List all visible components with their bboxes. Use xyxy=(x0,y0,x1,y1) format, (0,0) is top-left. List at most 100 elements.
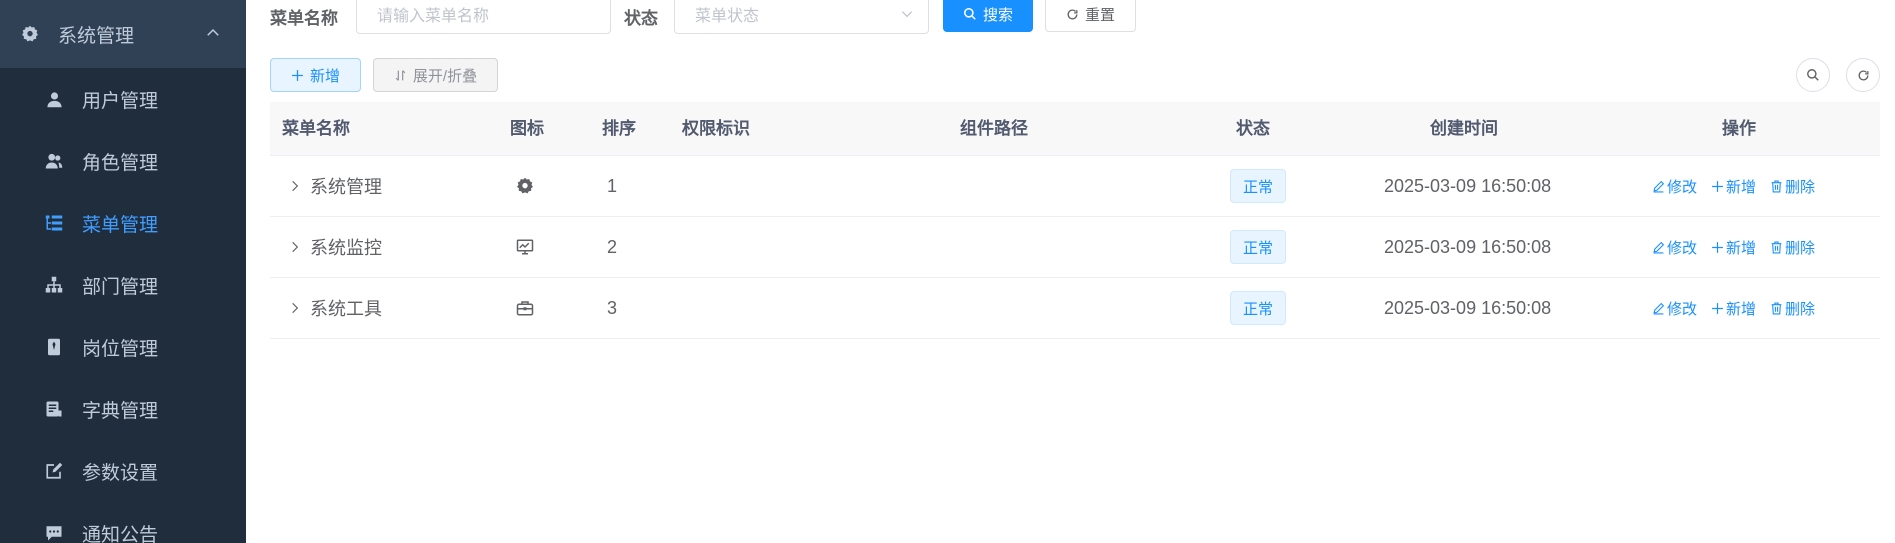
status-label: 状态 xyxy=(624,9,658,28)
sort-icon xyxy=(395,69,406,81)
delete-action-label: 删除 xyxy=(1785,300,1816,318)
icon-cell xyxy=(516,278,534,338)
column-header: 操作 xyxy=(1722,119,1756,138)
edit-action[interactable]: 修改 xyxy=(1652,176,1697,197)
table-row: 系统管理 1 正常 2025-03-09 16:50:08 修改 新增 删除 xyxy=(270,156,1880,217)
post-icon xyxy=(44,337,64,357)
edit-action[interactable]: 修改 xyxy=(1652,298,1697,319)
message-icon xyxy=(44,523,64,543)
refresh-button[interactable] xyxy=(1846,58,1880,92)
status-badge: 正常 xyxy=(1230,230,1287,264)
table-row: 系统工具 3 正常 2025-03-09 16:50:08 修改 新增 删除 xyxy=(270,278,1880,339)
tree-table-icon xyxy=(44,213,64,233)
menu-name-input[interactable]: 请输入菜单名称 xyxy=(356,0,611,34)
menu-name: 系统管理 xyxy=(310,177,382,197)
column-header: 组件路径 xyxy=(960,119,1028,138)
add-action-label: 新增 xyxy=(1726,300,1757,318)
menu-name: 系统工具 xyxy=(310,299,382,319)
sidebar-item-label: 字典管理 xyxy=(82,400,159,422)
chevron-right-icon[interactable] xyxy=(288,301,302,315)
sidebar: 系统管理 用户管理 角色管理 菜单管理 部门管理 岗位管理 字典管理 参数设置 … xyxy=(0,0,246,543)
reset-button-label: 重置 xyxy=(1084,6,1115,24)
actions-cell: 修改 新增 删除 xyxy=(1652,217,1829,277)
plus-icon xyxy=(292,69,303,81)
add-button[interactable]: 新增 xyxy=(270,58,361,92)
app: 系统管理 用户管理 角色管理 菜单管理 部门管理 岗位管理 字典管理 参数设置 … xyxy=(0,0,1895,543)
icon-cell xyxy=(516,217,534,277)
delete-action[interactable]: 删除 xyxy=(1770,237,1815,258)
toggle-search-button[interactable] xyxy=(1796,58,1830,92)
gear-icon xyxy=(20,24,40,44)
sidebar-item-dept[interactable]: 部门管理 xyxy=(0,254,246,316)
column-header: 权限标识 xyxy=(682,119,750,138)
dict-icon xyxy=(44,399,64,419)
column-header: 创建时间 xyxy=(1430,119,1498,138)
menu-name-label: 菜单名称 xyxy=(270,9,338,28)
edit-icon xyxy=(1653,241,1665,253)
sidebar-submenu: 用户管理 角色管理 菜单管理 部门管理 岗位管理 字典管理 参数设置 通知公告 xyxy=(0,68,246,543)
add-action[interactable]: 新增 xyxy=(1711,176,1756,197)
status-select[interactable]: 菜单状态 xyxy=(674,0,929,34)
order-cell: 1 xyxy=(607,175,618,196)
add-action[interactable]: 新增 xyxy=(1711,298,1756,319)
column-header: 排序 xyxy=(602,119,636,138)
add-action-label: 新增 xyxy=(1726,239,1757,257)
sidebar-item-label: 菜单管理 xyxy=(82,214,159,236)
delete-action-label: 删除 xyxy=(1785,239,1816,257)
refresh-icon xyxy=(1858,69,1868,80)
search-button[interactable]: 搜索 xyxy=(943,0,1033,32)
menu-table: 菜单名称 图标 排序 权限标识 组件路径 状态 创建时间 操作 系统管理 1 正… xyxy=(270,102,1880,339)
expand-collapse-button[interactable]: 展开/折叠 xyxy=(373,58,498,92)
plus-icon xyxy=(1712,241,1723,253)
search-form: 菜单名称 请输入菜单名称 状态 菜单状态 搜索 重置 xyxy=(246,0,1895,36)
sidebar-item-label: 用户管理 xyxy=(82,90,159,112)
created-cell: 2025-03-09 16:50:08 xyxy=(1384,236,1552,257)
gear-icon xyxy=(517,177,533,194)
menu-name-placeholder: 请输入菜单名称 xyxy=(377,8,490,25)
edit-action-label: 修改 xyxy=(1667,178,1698,196)
trash-icon xyxy=(1771,180,1782,192)
trash-icon xyxy=(1771,241,1782,253)
column-header: 图标 xyxy=(510,119,544,138)
name-cell: 系统管理 xyxy=(288,156,382,216)
icon-cell xyxy=(516,156,534,216)
delete-action[interactable]: 删除 xyxy=(1770,176,1815,197)
edit-icon xyxy=(1653,180,1665,192)
edit-action[interactable]: 修改 xyxy=(1652,237,1697,258)
delete-action-label: 删除 xyxy=(1785,178,1816,196)
add-action[interactable]: 新增 xyxy=(1711,237,1756,258)
status-badge: 正常 xyxy=(1230,291,1287,325)
tree-icon xyxy=(44,275,64,295)
sidebar-item-notice[interactable]: 通知公告 xyxy=(0,502,246,543)
chevron-right-icon[interactable] xyxy=(288,240,302,254)
sidebar-item-menu[interactable]: 菜单管理 xyxy=(0,192,246,254)
sidebar-item-config[interactable]: 参数设置 xyxy=(0,440,246,502)
created-cell: 2025-03-09 16:50:08 xyxy=(1384,175,1552,196)
name-cell: 系统监控 xyxy=(288,217,382,277)
sidebar-item-label: 部门管理 xyxy=(82,276,159,298)
edit-icon xyxy=(1653,302,1665,314)
sidebar-item-user[interactable]: 用户管理 xyxy=(0,68,246,130)
order-cell: 2 xyxy=(607,236,618,257)
add-action-label: 新增 xyxy=(1726,178,1757,196)
plus-icon xyxy=(1712,302,1723,314)
sidebar-item-role[interactable]: 角色管理 xyxy=(0,130,246,192)
created-cell: 2025-03-09 16:50:08 xyxy=(1384,297,1552,318)
trash-icon xyxy=(1771,302,1782,314)
sidebar-group-system[interactable]: 系统管理 xyxy=(0,0,246,68)
column-header: 状态 xyxy=(1236,119,1270,138)
main-content: 菜单名称 请输入菜单名称 状态 菜单状态 搜索 重置 新增 展开/折叠 菜单名称… xyxy=(246,0,1895,543)
column-header: 菜单名称 xyxy=(282,119,350,138)
sidebar-item-label: 通知公告 xyxy=(82,524,159,543)
table-header: 菜单名称 图标 排序 权限标识 组件路径 状态 创建时间 操作 xyxy=(270,102,1880,156)
sidebar-group-label: 系统管理 xyxy=(58,25,135,47)
chevron-right-icon[interactable] xyxy=(288,179,302,193)
sidebar-item-dict[interactable]: 字典管理 xyxy=(0,378,246,440)
chevron-up-icon xyxy=(207,28,219,36)
edit-action-label: 修改 xyxy=(1667,239,1698,257)
search-button-label: 搜索 xyxy=(982,6,1013,24)
search-icon xyxy=(1807,69,1819,81)
delete-action[interactable]: 删除 xyxy=(1770,298,1815,319)
sidebar-item-post[interactable]: 岗位管理 xyxy=(0,316,246,378)
reset-button[interactable]: 重置 xyxy=(1045,0,1136,32)
